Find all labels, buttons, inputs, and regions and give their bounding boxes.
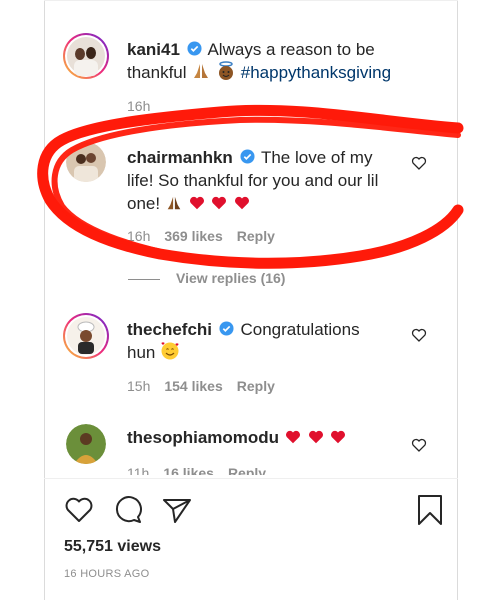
- view-replies-button[interactable]: View replies (16): [128, 270, 285, 286]
- caption-meta: 16h: [127, 98, 164, 114]
- caption-hashtag[interactable]: #happythanksgiving: [241, 63, 391, 82]
- post-comments-panel: [44, 0, 458, 600]
- comment-1-body-3: one!: [127, 194, 161, 213]
- comment-3-reply-button[interactable]: Reply: [228, 465, 266, 475]
- view-replies-line: [128, 278, 160, 280]
- thechefchi-avatar[interactable]: [62, 312, 110, 360]
- caption-username[interactable]: kani41: [127, 40, 180, 59]
- bookmark-icon[interactable]: [416, 494, 444, 526]
- kani41-avatar[interactable]: [62, 32, 110, 80]
- comment-1-likes[interactable]: 369 likes: [164, 228, 222, 244]
- praying-hands-emoji-icon: [191, 61, 211, 87]
- red-heart-emoji-icon: [210, 194, 228, 218]
- comment-3-username[interactable]: thesophiamomodu: [127, 428, 279, 447]
- heart-outline-icon[interactable]: [64, 496, 94, 524]
- comment-1-like-heart-icon[interactable]: [411, 155, 427, 171]
- comment-2-meta: 15h 154 likes Reply: [127, 378, 289, 394]
- top-divider: [44, 0, 458, 1]
- chairmanhkn-avatar[interactable]: [66, 142, 106, 182]
- verified-badge-icon: [187, 41, 202, 56]
- caption-text: kani41 Always a reason to be thankful #h…: [127, 38, 427, 87]
- comment-3-likes[interactable]: 16 likes: [163, 465, 214, 475]
- comment-1-reply-button[interactable]: Reply: [237, 228, 275, 244]
- comment-2-username[interactable]: thechefchi: [127, 320, 212, 339]
- caption-time[interactable]: 16h: [127, 98, 150, 114]
- verified-badge-icon: [240, 149, 255, 164]
- comment-1-body-2: life! So thankful for you and our lil: [127, 171, 379, 190]
- comment-2-time[interactable]: 15h: [127, 378, 150, 394]
- comment-1-meta: 16h 369 likes Reply: [127, 228, 289, 244]
- comment-2-reply-button[interactable]: Reply: [237, 378, 275, 394]
- comment-2-like-heart-icon[interactable]: [411, 327, 427, 343]
- actions-divider: [44, 478, 458, 479]
- praying-hands-emoji-icon: [165, 194, 183, 218]
- comment-2-body-1: Congratulations: [240, 320, 360, 339]
- smiling-face-with-hearts-emoji-icon: [160, 341, 180, 367]
- red-heart-emoji-icon: [284, 428, 302, 452]
- comment-2-likes[interactable]: 154 likes: [164, 378, 222, 394]
- comment-2-text: thechefchi Congratulations hun: [127, 318, 407, 367]
- red-heart-emoji-icon: [233, 194, 251, 218]
- comment-2-body-2: hun: [127, 343, 156, 362]
- comment-3-like-heart-icon[interactable]: [411, 437, 427, 453]
- paper-plane-icon[interactable]: [162, 496, 192, 524]
- comment-3-time[interactable]: 11h: [127, 465, 149, 475]
- red-heart-emoji-icon: [329, 428, 347, 452]
- red-heart-emoji-icon: [188, 194, 206, 218]
- comment-bubble-icon[interactable]: [113, 495, 143, 525]
- verified-badge-icon: [219, 321, 234, 336]
- thesophiamomodu-avatar[interactable]: [66, 424, 106, 464]
- red-heart-emoji-icon: [307, 428, 325, 452]
- view-replies-label: View replies (16): [176, 270, 286, 286]
- angel-face-emoji-icon: [216, 61, 236, 87]
- comment-1-username[interactable]: chairmanhkn: [127, 148, 233, 167]
- comment-3-text: thesophiamomodu: [127, 426, 407, 452]
- post-timestamp[interactable]: 16 HOURS AGO: [64, 568, 150, 580]
- comment-3-meta: 11h 16 likes Reply: [127, 465, 280, 475]
- comment-1-time[interactable]: 16h: [127, 228, 150, 244]
- comment-1-text: chairmanhkn The love of my life! So than…: [127, 146, 407, 218]
- comment-1-body-1: The love of my: [260, 148, 373, 167]
- views-count[interactable]: 55,751 views: [64, 538, 161, 556]
